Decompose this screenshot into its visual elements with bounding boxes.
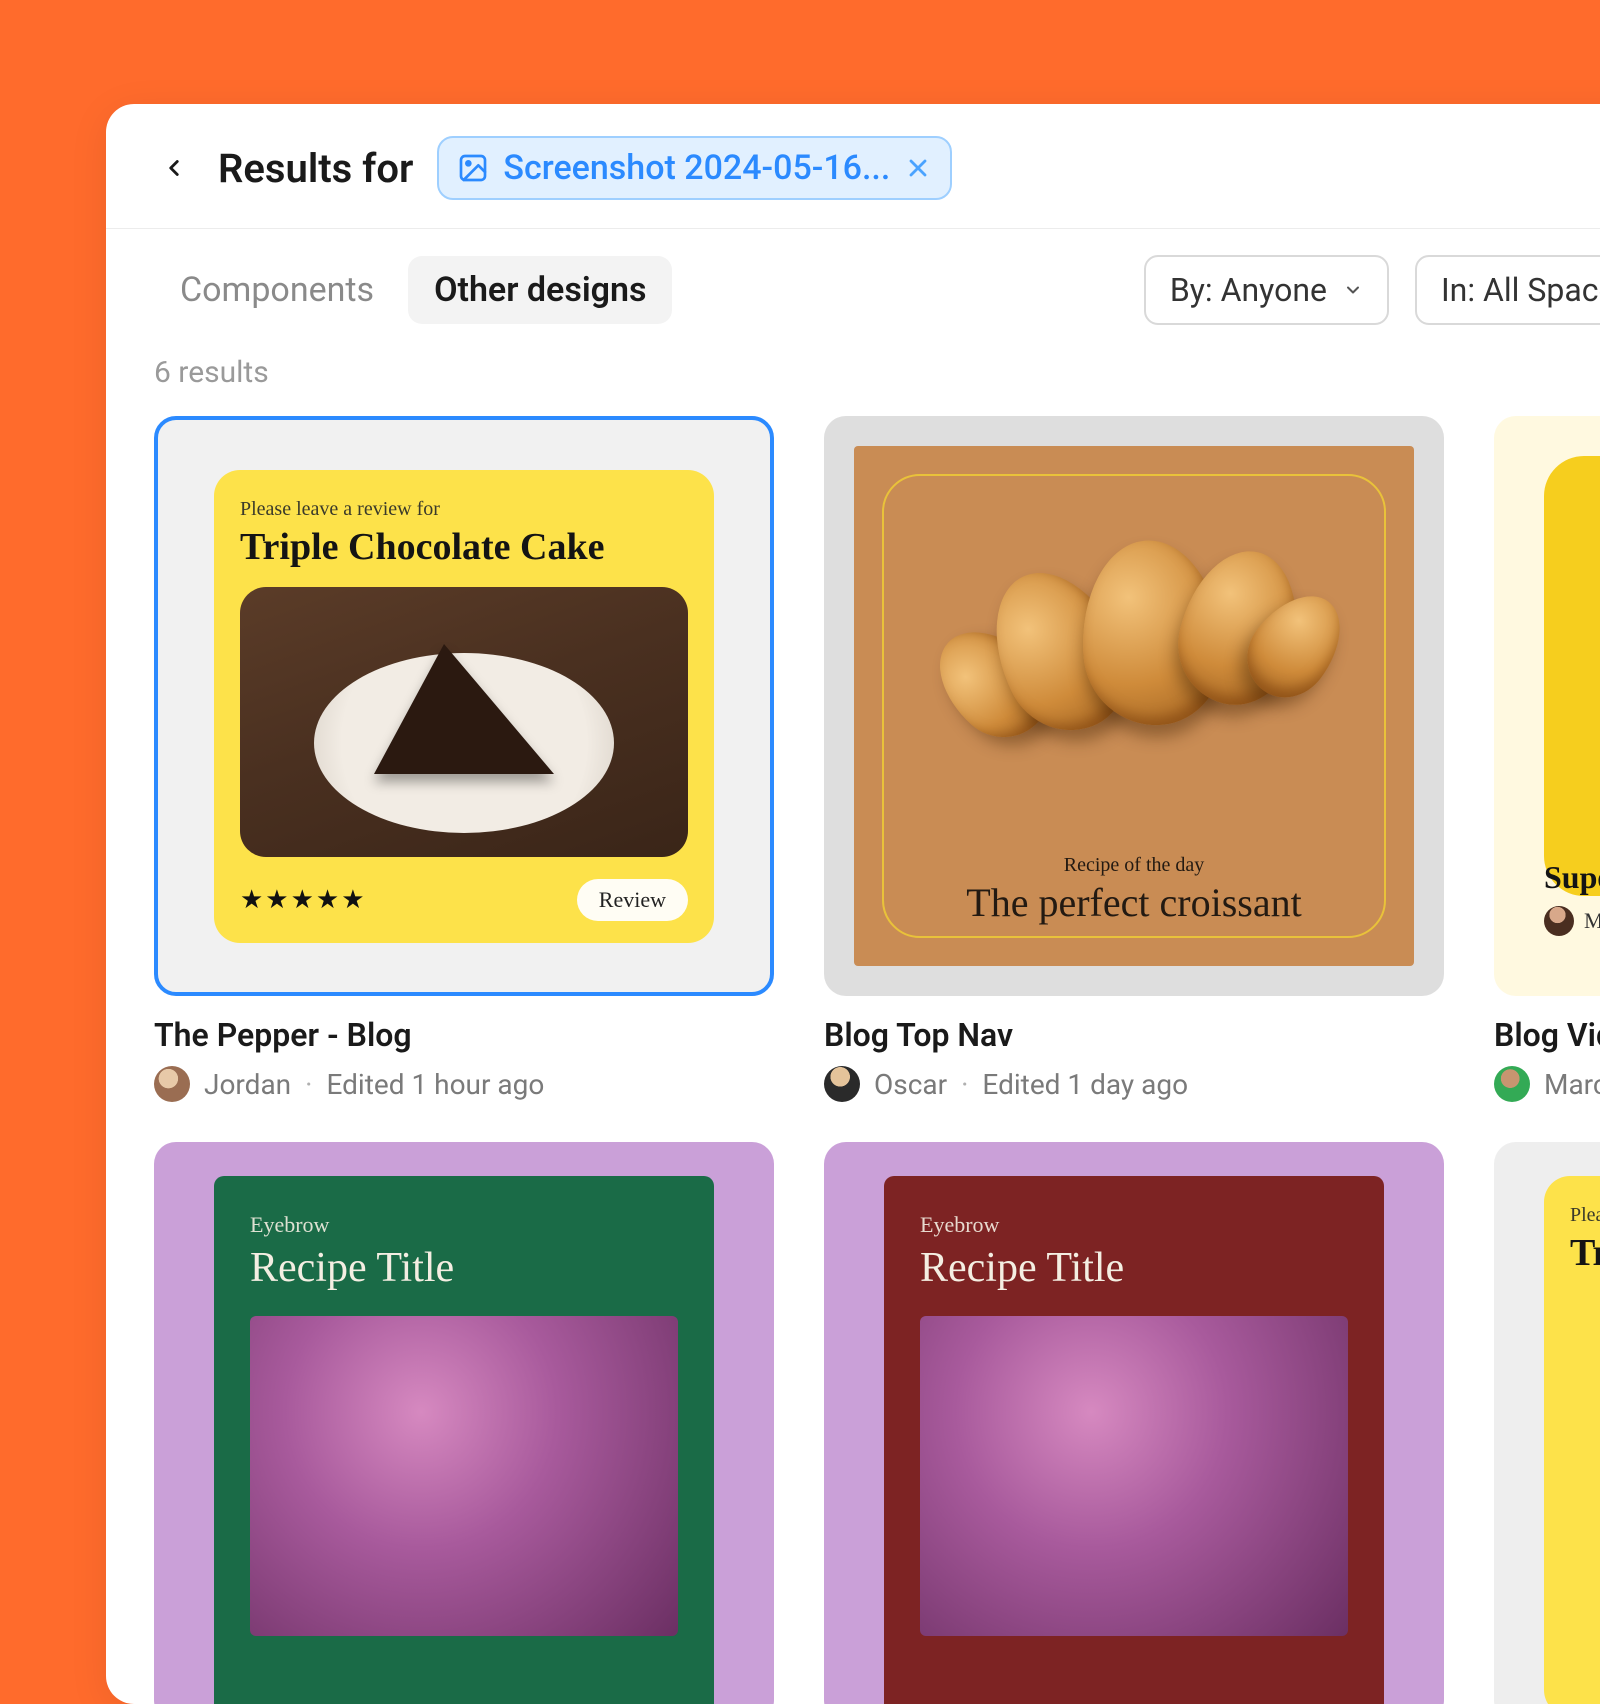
result-title: Blog Video xyxy=(1494,1016,1600,1054)
result-title: The Pepper - Blog xyxy=(154,1016,774,1054)
cake-image xyxy=(240,587,688,857)
thumb-content: Eyebrow Recipe Title xyxy=(214,1176,714,1704)
avatar xyxy=(1544,906,1574,936)
result-card[interactable]: Super M Blog Video Marco xyxy=(1494,416,1600,1102)
header: Results for Screenshot 2024-05-16... xyxy=(106,104,1600,229)
image-icon xyxy=(457,152,489,184)
thumb-title: Recipe Title xyxy=(920,1244,1348,1292)
controls-row: Components Other designs By: Anyone In: … xyxy=(106,229,1600,325)
result-edited: Edited 1 day ago xyxy=(982,1068,1188,1101)
results-grid: Please leave a review for Triple Chocola… xyxy=(106,404,1600,1704)
thumb-eyebrow: Recipe of the day xyxy=(824,854,1444,877)
result-thumbnail[interactable]: Eyebrow Recipe Title xyxy=(824,1142,1444,1704)
close-icon[interactable] xyxy=(904,154,932,182)
thumb-title: Triple Chocolate Cake xyxy=(240,525,688,569)
star-rating-icon: ★★★★★ xyxy=(240,885,367,915)
thumb-eyebrow: Eyebrow xyxy=(920,1212,1348,1238)
result-card[interactable]: Please Tr xyxy=(1494,1142,1600,1704)
filter-by[interactable]: By: Anyone xyxy=(1144,255,1389,325)
avatar xyxy=(154,1066,190,1102)
result-author: Marco xyxy=(1544,1068,1600,1101)
tab-other-designs[interactable]: Other designs xyxy=(408,256,672,324)
recipe-image xyxy=(920,1316,1348,1636)
meta-separator: · xyxy=(305,1068,312,1101)
thumb-content: Please Tr xyxy=(1544,1176,1600,1704)
thumb-eyebrow: Please leave a review for xyxy=(240,498,688,521)
filter-in[interactable]: In: All Spaces xyxy=(1415,255,1600,325)
meta-separator: · xyxy=(961,1068,968,1101)
thumb-content: Eyebrow Recipe Title xyxy=(884,1176,1384,1704)
thumb-eyebrow: Eyebrow xyxy=(250,1212,678,1238)
results-count: 6 results xyxy=(106,325,1600,404)
search-chip-label: Screenshot 2024-05-16... xyxy=(503,148,890,188)
result-thumbnail[interactable]: Super M xyxy=(1494,416,1600,996)
result-thumbnail[interactable]: Eyebrow Recipe Title xyxy=(154,1142,774,1704)
result-meta: Jordan · Edited 1 hour ago xyxy=(154,1066,774,1102)
result-card[interactable]: Recipe of the day The perfect croissant … xyxy=(824,416,1444,1102)
avatar xyxy=(1494,1066,1530,1102)
result-author: Oscar xyxy=(874,1068,947,1101)
chevron-left-icon xyxy=(161,155,187,181)
result-card[interactable]: Eyebrow Recipe Title xyxy=(154,1142,774,1704)
thumb-title: Tr xyxy=(1570,1231,1600,1275)
result-title: Blog Top Nav xyxy=(824,1016,1444,1054)
result-author: Jordan xyxy=(204,1068,291,1101)
tab-components[interactable]: Components xyxy=(154,256,400,324)
thumb-content: Please leave a review for Triple Chocola… xyxy=(214,470,714,943)
result-card[interactable]: Please leave a review for Triple Chocola… xyxy=(154,416,774,1102)
result-thumbnail[interactable]: Please leave a review for Triple Chocola… xyxy=(154,416,774,996)
chevron-down-icon xyxy=(1343,280,1363,300)
thumb-title: Recipe Title xyxy=(250,1244,678,1292)
thumb-title: The perfect croissant xyxy=(824,879,1444,926)
filter-in-label: In: All Spaces xyxy=(1441,271,1600,309)
result-meta: Marco xyxy=(1494,1066,1600,1102)
thumb-content xyxy=(1544,456,1600,896)
result-thumbnail[interactable]: Please Tr xyxy=(1494,1142,1600,1704)
review-button: Review xyxy=(577,879,688,921)
result-meta: Oscar · Edited 1 day ago xyxy=(824,1066,1444,1102)
search-results-panel: Results for Screenshot 2024-05-16... Com… xyxy=(106,104,1600,1704)
recipe-image xyxy=(250,1316,678,1636)
filter-by-label: By: Anyone xyxy=(1170,271,1327,309)
avatar xyxy=(824,1066,860,1102)
result-card[interactable]: Eyebrow Recipe Title xyxy=(824,1142,1444,1704)
search-chip[interactable]: Screenshot 2024-05-16... xyxy=(437,136,952,200)
back-button[interactable] xyxy=(154,148,194,188)
thumb-eyebrow: Please xyxy=(1570,1204,1600,1227)
thumb-title: Super xyxy=(1544,859,1600,896)
result-thumbnail[interactable]: Recipe of the day The perfect croissant xyxy=(824,416,1444,996)
results-for-label: Results for xyxy=(218,145,413,192)
result-edited: Edited 1 hour ago xyxy=(326,1068,544,1101)
